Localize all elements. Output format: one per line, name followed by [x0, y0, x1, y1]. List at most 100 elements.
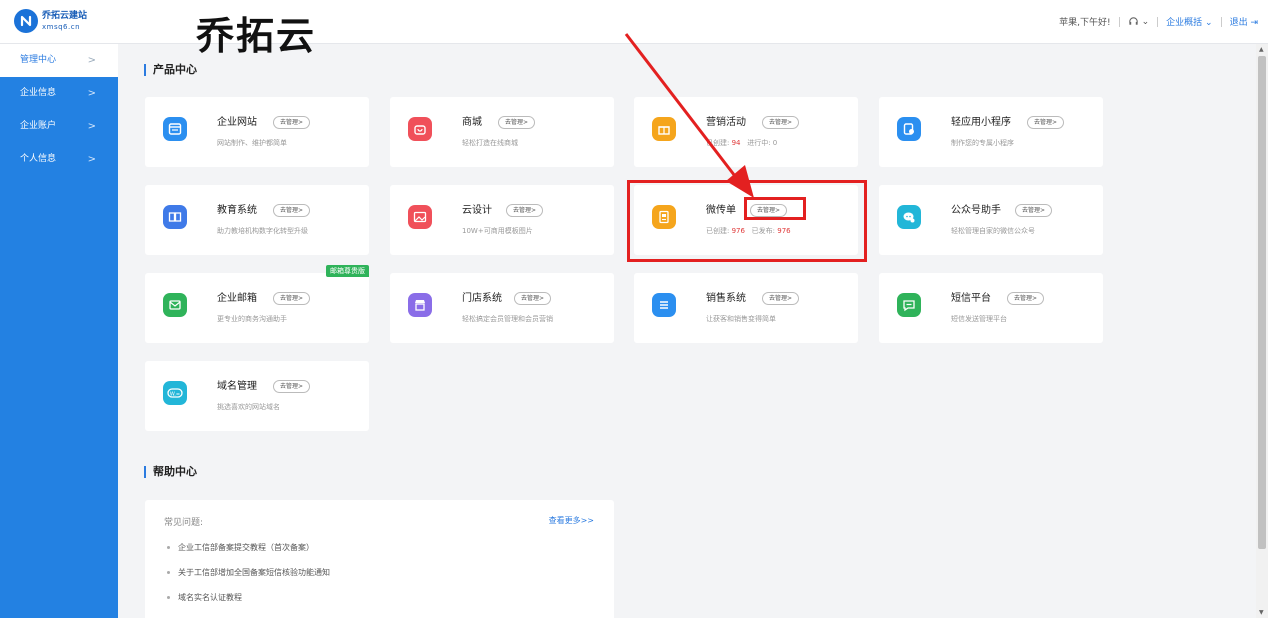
- manage-button[interactable]: 去管理>: [762, 116, 800, 129]
- sidebar-item-label: 企业信息: [20, 88, 57, 98]
- product-card-enterprise-mail[interactable]: 邮箱尊贵版 企业邮箱 去管理> 更专业的商务沟通助手: [145, 265, 369, 343]
- manage-button[interactable]: 去管理>: [750, 204, 788, 217]
- help-box: 常见问题: 查看更多>> 企业工信部备案提交教程（首次备案） 关于工信部增加全国…: [145, 500, 614, 618]
- product-card-education[interactable]: 教育系统 去管理> 助力教培机构数字化转型升级: [145, 185, 369, 255]
- product-name: 微传单: [706, 205, 736, 216]
- active-count: 0: [772, 139, 778, 147]
- product-card-store[interactable]: 门店系统 去管理> 轻松搞定会员管理和会员营销: [390, 273, 614, 343]
- logo-name: 乔拓云建站: [42, 11, 88, 21]
- chevron-right-icon: >: [87, 154, 96, 165]
- divider: [1157, 16, 1159, 27]
- chevron-down-icon: ⌄: [1205, 18, 1213, 28]
- product-card-sales[interactable]: 销售系统 去管理> 让获客和销售变得简单: [634, 273, 858, 343]
- premium-badge: 邮箱尊贵版: [326, 265, 369, 277]
- product-name: 公众号助手: [951, 205, 1001, 216]
- faq-item[interactable]: 域名实名认证教程: [167, 592, 242, 603]
- sidebar-item-personal-info[interactable]: 个人信息 >: [0, 143, 118, 176]
- manage-button[interactable]: 去管理>: [1015, 204, 1053, 217]
- sidebar-item-management-center[interactable]: 管理中心 >: [0, 44, 118, 77]
- sidebar-item-enterprise-info[interactable]: 企业信息 >: [0, 77, 118, 110]
- product-name: 轻应用小程序: [951, 117, 1011, 128]
- faq-item[interactable]: 关于工信部增加全国备案短信核验功能通知: [167, 567, 330, 578]
- product-name: 域名管理: [217, 381, 257, 392]
- sidebar-item-enterprise-account[interactable]: 企业账户 >: [0, 110, 118, 143]
- logo-icon[interactable]: [14, 9, 38, 33]
- product-card-mall[interactable]: 商城 去管理> 轻松打造在线商城: [390, 97, 614, 167]
- sms-icon: [897, 293, 921, 317]
- manage-button[interactable]: 去管理>: [273, 116, 311, 129]
- flyer-icon: [652, 205, 676, 229]
- product-center-title: 产品中心: [144, 64, 197, 76]
- main-content: 产品中心 企业网站 去管理> 网站制作、维护都简单 商城 去管理> 轻松打造在线…: [118, 44, 1256, 618]
- gift-icon: [652, 117, 676, 141]
- product-card-cloud-design[interactable]: 云设计 去管理> 10W+可商用模板图片: [390, 185, 614, 255]
- product-name: 企业网站: [217, 117, 257, 128]
- product-desc: 网站制作、维护都简单: [217, 139, 287, 147]
- top-header: 乔拓云建站 xmsq6.cn 苹果,下午好! ⌄ 企业概括 ⌄ 退出 ⇥: [0, 0, 1268, 44]
- logout-button[interactable]: 退出 ⇥: [1230, 15, 1258, 28]
- logout-label: 退出: [1229, 18, 1248, 28]
- sidebar: 管理中心 > 企业信息 > 企业账户 > 个人信息 >: [0, 44, 118, 618]
- scroll-thumb[interactable]: [1258, 56, 1266, 549]
- enterprise-menu[interactable]: 企业概括 ⌄: [1166, 15, 1212, 28]
- product-card-wechat-assistant[interactable]: 公众号助手 去管理> 轻松管理自家的微信公众号: [879, 185, 1103, 255]
- created-label: 已创建:: [706, 139, 730, 147]
- manage-button[interactable]: 去管理>: [1027, 116, 1065, 129]
- store-icon: [408, 293, 432, 317]
- divider: [1220, 16, 1222, 27]
- product-card-miniapp[interactable]: 轻应用小程序 去管理> 制作您的专属小程序: [879, 97, 1103, 167]
- headset-icon: [1128, 17, 1138, 25]
- sidebar-item-label: 个人信息: [20, 154, 57, 164]
- manage-button[interactable]: 去管理>: [273, 204, 311, 217]
- product-card-domain[interactable]: W.= 域名管理 去管理> 挑选喜欢的网站域名: [145, 361, 369, 431]
- product-name: 教育系统: [217, 205, 257, 216]
- product-card-sms[interactable]: 短信平台 去管理> 短信发送管理平台: [879, 273, 1103, 343]
- product-stats: 已创建: 976 已发布: 976: [706, 226, 791, 236]
- manage-button[interactable]: 去管理>: [1007, 292, 1045, 305]
- product-name: 短信平台: [951, 293, 991, 304]
- enterprise-menu-label: 企业概括: [1166, 18, 1203, 28]
- product-stats: 已创建: 94 进行中: 0: [706, 138, 777, 148]
- product-desc: 短信发送管理平台: [951, 315, 1007, 323]
- domain-icon: W.=: [163, 381, 187, 405]
- product-desc: 更专业的商务沟通助手: [217, 315, 287, 323]
- product-card-flyer[interactable]: 微传单 去管理> 已创建: 976 已发布: 976: [634, 185, 858, 255]
- logo-domain: xmsq6.cn: [42, 23, 81, 31]
- logo-text[interactable]: 乔拓云建站 xmsq6.cn: [42, 10, 87, 32]
- product-desc: 轻松管理自家的微信公众号: [951, 227, 1035, 235]
- product-name: 云设计: [462, 205, 492, 216]
- product-desc: 让获客和销售变得简单: [706, 315, 776, 323]
- book-icon: [163, 205, 187, 229]
- support-menu[interactable]: ⌄: [1128, 16, 1150, 27]
- product-desc: 轻松打造在线商城: [462, 139, 518, 147]
- manage-button[interactable]: 去管理>: [273, 292, 311, 305]
- product-name: 营销活动: [706, 117, 746, 128]
- product-desc: 10W+可商用模板图片: [462, 227, 533, 235]
- manage-button[interactable]: 去管理>: [273, 380, 311, 393]
- overlay-title: 乔拓云: [196, 14, 317, 58]
- faq-item[interactable]: 企业工信部备案提交教程（首次备案）: [167, 542, 314, 553]
- product-card-website[interactable]: 企业网站 去管理> 网站制作、维护都简单: [145, 97, 369, 167]
- shopping-bag-icon: [408, 117, 432, 141]
- logout-icon: ⇥: [1250, 18, 1258, 28]
- published-count: 976: [777, 227, 791, 235]
- sidebar-item-label: 管理中心: [20, 55, 57, 65]
- manage-button[interactable]: 去管理>: [762, 292, 800, 305]
- product-name: 企业邮箱: [217, 293, 257, 304]
- mail-icon: [163, 293, 187, 317]
- manage-button[interactable]: 去管理>: [498, 116, 536, 129]
- chevron-down-icon: ⌄: [1141, 16, 1150, 27]
- manage-button[interactable]: 去管理>: [506, 204, 544, 217]
- chevron-right-icon: >: [87, 55, 96, 66]
- scroll-up-icon[interactable]: ▲: [1259, 46, 1264, 53]
- product-card-marketing[interactable]: 营销活动 去管理> 已创建: 94 进行中: 0: [634, 97, 858, 167]
- product-desc: 助力教培机构数字化转型升级: [217, 227, 308, 235]
- greeting-text: 苹果,下午好!: [1059, 18, 1111, 28]
- product-name: 商城: [462, 117, 482, 128]
- manage-button[interactable]: 去管理>: [514, 292, 552, 305]
- scrollbar[interactable]: ▲ ▼: [1256, 44, 1268, 618]
- active-label: 进行中:: [747, 139, 771, 147]
- sidebar-item-label: 企业账户: [20, 121, 57, 131]
- view-more-link[interactable]: 查看更多>>: [549, 515, 594, 526]
- scroll-down-icon[interactable]: ▼: [1259, 609, 1264, 616]
